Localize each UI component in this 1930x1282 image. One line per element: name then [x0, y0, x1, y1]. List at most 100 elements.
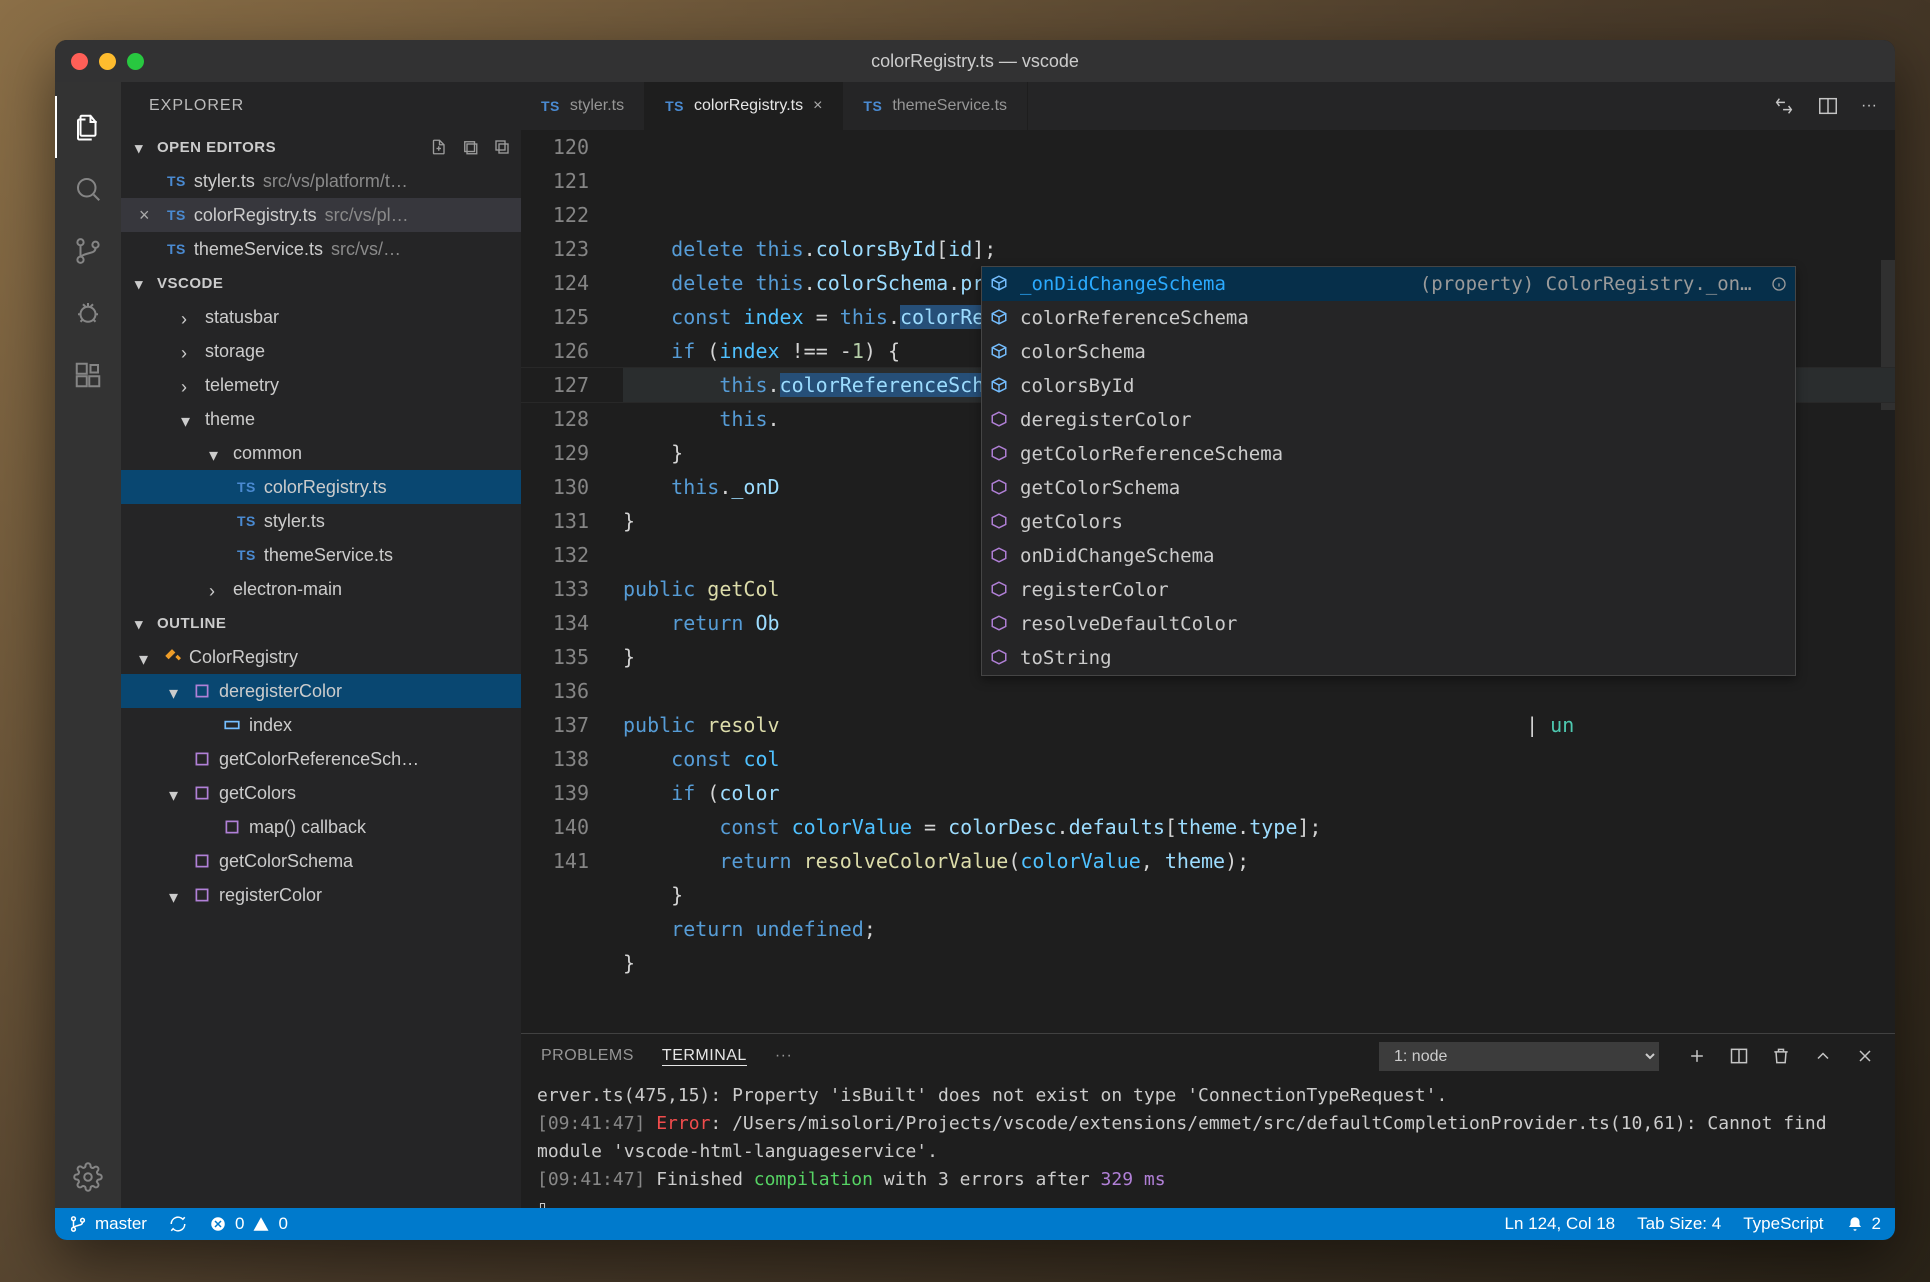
- file-tree-item[interactable]: › electron-main: [121, 572, 521, 606]
- activity-search[interactable]: [55, 158, 121, 220]
- new-file-icon[interactable]: [429, 138, 447, 156]
- ts-icon: TS: [237, 479, 256, 495]
- suggest-item[interactable]: colorsById: [982, 369, 1795, 403]
- outline-item[interactable]: getColorSchema: [121, 844, 521, 878]
- panel-tab-terminal[interactable]: TERMINAL: [662, 1047, 747, 1066]
- ts-icon: TS: [863, 98, 882, 114]
- chevron-right-icon: ›: [209, 581, 225, 597]
- status-cursor[interactable]: Ln 124, Col 18: [1505, 1214, 1616, 1234]
- tab-bar: TSstyler.tsTScolorRegistry.ts×TSthemeSer…: [521, 82, 1895, 130]
- more-icon[interactable]: ···: [1861, 97, 1877, 115]
- suggest-item[interactable]: colorSchema: [982, 335, 1795, 369]
- close-window-button[interactable]: [71, 53, 88, 70]
- editor[interactable]: 1201211221231241251261271281291301311321…: [521, 130, 1895, 1033]
- close-all-icon[interactable]: [493, 138, 511, 156]
- code-line[interactable]: return undefined;: [623, 912, 1895, 946]
- activity-settings[interactable]: [55, 1146, 121, 1208]
- symbol-icon: [990, 274, 1010, 294]
- activity-extensions[interactable]: [55, 344, 121, 406]
- activity-debug[interactable]: [55, 282, 121, 344]
- suggest-item[interactable]: onDidChangeSchema: [982, 539, 1795, 573]
- outline-item[interactable]: map() callback: [121, 810, 521, 844]
- outline-item[interactable]: ▾ ColorRegistry: [121, 640, 521, 674]
- suggest-item[interactable]: getColorSchema: [982, 471, 1795, 505]
- editor-tab[interactable]: TScolorRegistry.ts×: [645, 82, 843, 130]
- suggest-item[interactable]: resolveDefaultColor: [982, 607, 1795, 641]
- suggest-item[interactable]: getColors: [982, 505, 1795, 539]
- file-tree-item[interactable]: › statusbar: [121, 300, 521, 334]
- code-line[interactable]: const colorValue = colorDesc.defaults[th…: [623, 810, 1895, 844]
- intellisense-popup[interactable]: _onDidChangeSchema(property) ColorRegist…: [981, 266, 1796, 676]
- chevron-right-icon: ›: [181, 309, 197, 325]
- close-icon[interactable]: ×: [813, 97, 822, 115]
- chevron-down-icon: ▾: [139, 649, 155, 665]
- code-line[interactable]: delete this.colorsById[id];: [623, 232, 1895, 266]
- terminal-output[interactable]: erver.ts(475,15): Property 'isBuilt' doe…: [521, 1078, 1895, 1208]
- suggest-item[interactable]: _onDidChangeSchema(property) ColorRegist…: [982, 267, 1795, 301]
- save-all-icon[interactable]: [461, 138, 479, 156]
- open-editor-item[interactable]: ×TS colorRegistry.ts src/vs/pl…: [121, 198, 521, 232]
- suggest-item[interactable]: deregisterColor: [982, 403, 1795, 437]
- outline-item[interactable]: ▾ registerColor: [121, 878, 521, 912]
- suggest-item[interactable]: toString: [982, 641, 1795, 675]
- close-icon[interactable]: ×: [139, 205, 159, 226]
- more-icon[interactable]: ···: [775, 1047, 792, 1065]
- status-notifications[interactable]: 2: [1846, 1214, 1881, 1234]
- status-branch[interactable]: master: [69, 1214, 147, 1234]
- outline-item[interactable]: ▾ getColors: [121, 776, 521, 810]
- terminal-select[interactable]: 1: node: [1379, 1042, 1659, 1071]
- code-line[interactable]: }: [623, 878, 1895, 912]
- outline-header[interactable]: ▾ OUTLINE: [121, 606, 521, 640]
- trash-icon[interactable]: [1771, 1046, 1791, 1066]
- open-editor-item[interactable]: TS themeService.ts src/vs/…: [121, 232, 521, 266]
- file-tree-item[interactable]: › storage: [121, 334, 521, 368]
- file-tree-item[interactable]: TS themeService.ts: [121, 538, 521, 572]
- close-icon[interactable]: [1855, 1046, 1875, 1066]
- file-tree-item[interactable]: ▾ common: [121, 436, 521, 470]
- ts-icon: TS: [541, 98, 560, 114]
- editor-tab[interactable]: TSthemeService.ts: [843, 82, 1028, 130]
- status-language[interactable]: TypeScript: [1743, 1214, 1823, 1234]
- outline-item[interactable]: getColorReferenceSch…: [121, 742, 521, 776]
- status-tabsize[interactable]: Tab Size: 4: [1637, 1214, 1721, 1234]
- workspace-header[interactable]: ▾ VSCODE: [121, 266, 521, 300]
- zoom-window-button[interactable]: [127, 53, 144, 70]
- suggest-item[interactable]: registerColor: [982, 573, 1795, 607]
- symbol-icon: [193, 784, 211, 802]
- code-line[interactable]: return resolveColorValue(colorValue, the…: [623, 844, 1895, 878]
- outline-item[interactable]: index: [121, 708, 521, 742]
- code-content[interactable]: delete this.colorsById[id]; delete this.…: [611, 130, 1895, 1033]
- split-editor-icon[interactable]: [1817, 95, 1839, 117]
- chevron-up-icon[interactable]: [1813, 1046, 1833, 1066]
- file-tree-item[interactable]: › telemetry: [121, 368, 521, 402]
- code-line[interactable]: [623, 674, 1895, 708]
- code-line[interactable]: const col: [623, 742, 1895, 776]
- compare-icon[interactable]: [1773, 95, 1795, 117]
- activity-source-control[interactable]: [55, 220, 121, 282]
- open-editors-header[interactable]: ▾ OPEN EDITORS: [121, 130, 521, 164]
- symbol-icon: [990, 376, 1010, 396]
- outline-item[interactable]: ▾ deregisterColor: [121, 674, 521, 708]
- open-editor-item[interactable]: TS styler.ts src/vs/platform/t…: [121, 164, 521, 198]
- symbol-icon: [990, 580, 1010, 600]
- symbol-icon: [990, 444, 1010, 464]
- editor-tab[interactable]: TSstyler.ts: [521, 82, 645, 130]
- code-line[interactable]: public resolv | un: [623, 708, 1895, 742]
- code-line[interactable]: }: [623, 946, 1895, 980]
- status-problems[interactable]: 0 0: [209, 1214, 288, 1234]
- suggest-item[interactable]: getColorReferenceSchema: [982, 437, 1795, 471]
- symbol-icon: [990, 614, 1010, 634]
- minimize-window-button[interactable]: [99, 53, 116, 70]
- chevron-down-icon: ▾: [181, 411, 197, 427]
- split-terminal-icon[interactable]: [1729, 1046, 1749, 1066]
- new-terminal-icon[interactable]: [1687, 1046, 1707, 1066]
- status-sync[interactable]: [169, 1215, 187, 1233]
- file-tree-item[interactable]: TS styler.ts: [121, 504, 521, 538]
- panel-tab-problems[interactable]: PROBLEMS: [541, 1047, 634, 1065]
- code-line[interactable]: if (color: [623, 776, 1895, 810]
- status-bar: master 0 0 Ln 124, Col 18 Tab Size: 4 Ty…: [55, 1208, 1895, 1240]
- file-tree-item[interactable]: ▾ theme: [121, 402, 521, 436]
- file-tree-item[interactable]: TS colorRegistry.ts: [121, 470, 521, 504]
- activity-explorer[interactable]: [55, 96, 121, 158]
- suggest-item[interactable]: colorReferenceSchema: [982, 301, 1795, 335]
